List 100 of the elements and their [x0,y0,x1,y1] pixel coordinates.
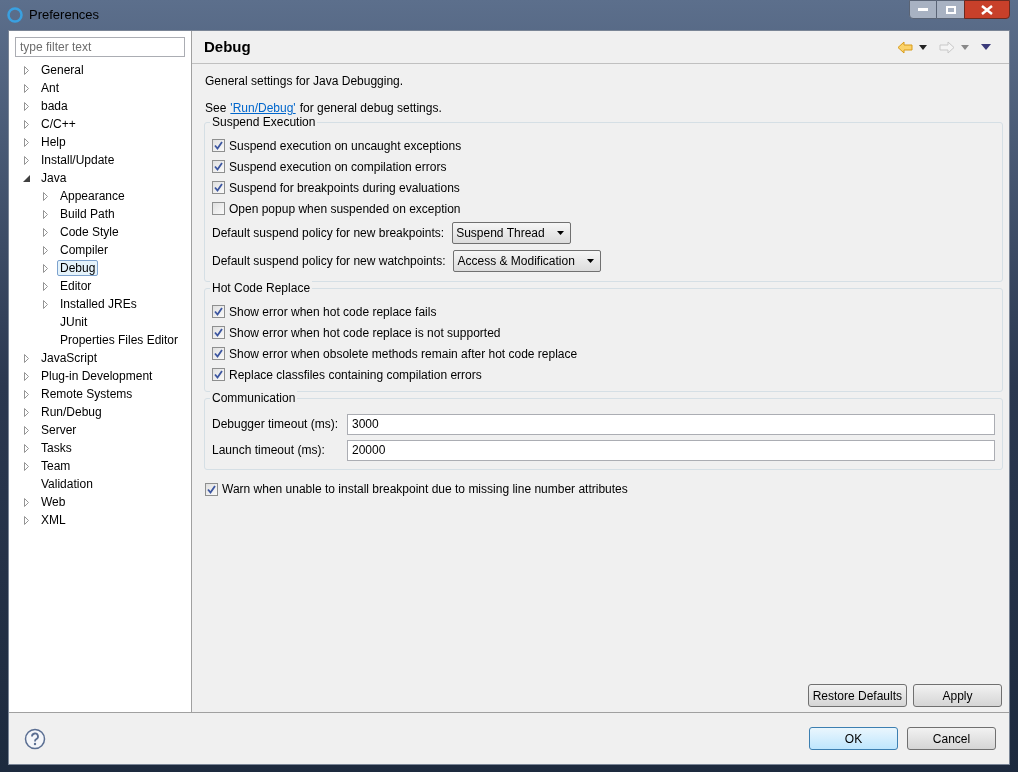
collapsed-arrow-icon[interactable] [41,281,50,291]
tree-item[interactable]: Web [38,492,69,512]
collapsed-arrow-icon[interactable] [41,245,50,255]
maximize-button[interactable] [937,0,964,19]
collapsed-arrow-icon[interactable] [22,83,31,93]
view-menu-icon[interactable] [981,44,991,50]
checkbox[interactable] [212,139,225,152]
checkbox-label: Suspend execution on uncaught exceptions [229,137,462,155]
checkbox-label: Show error when hot code replace fails [229,303,437,321]
tree-item[interactable]: Debug [57,260,99,276]
checkbox-label: Replace classfiles containing compilation errors [229,366,482,384]
collapsed-arrow-icon[interactable] [22,119,31,129]
tree-item[interactable]: JavaScript [38,348,101,368]
app-icon [7,7,23,23]
collapsed-arrow-icon[interactable] [41,209,50,219]
checkbox[interactable] [212,368,225,381]
tree-item[interactable]: Plug-in Development [38,366,156,386]
dropdown[interactable]: Suspend Thread [452,222,571,244]
tree-item[interactable]: Code Style [57,222,122,242]
expanded-arrow-icon[interactable] [22,173,31,183]
checkbox[interactable] [205,482,218,496]
checkbox[interactable] [212,181,225,194]
tree-item[interactable]: Java [38,168,70,188]
field-label: Default suspend policy for new watchpoints: [212,253,446,270]
run-debug-link[interactable]: 'Run/Debug' [230,99,296,117]
see-text: See [205,100,227,117]
help-icon[interactable] [24,727,46,750]
window-title: Preferences [29,6,100,25]
input-field[interactable]: 3000 [347,413,995,435]
checkbox-label: Suspend for breakpoints during evaluations [229,179,460,197]
input-field[interactable]: 20000 [347,439,995,461]
collapsed-arrow-icon[interactable] [22,65,31,75]
collapsed-arrow-icon[interactable] [22,443,31,453]
minimize-button[interactable] [909,0,937,19]
collapsed-arrow-icon[interactable] [41,227,50,237]
tree-item[interactable]: Properties Files Editor [57,330,182,350]
page-description: General settings for Java Debugging. [205,73,405,90]
checkbox[interactable] [212,347,225,360]
tree-item[interactable]: C/C++ [38,114,79,134]
tree-item[interactable]: Tasks [38,438,75,458]
group-title: Hot Code Replace [210,281,313,295]
field-label: Launch timeout (ms): [212,442,326,459]
tree-item[interactable]: Ant [38,78,62,98]
collapsed-arrow-icon[interactable] [22,407,31,417]
collapsed-arrow-icon[interactable] [22,155,31,165]
dropdown-caret-icon [586,259,594,263]
checkbox[interactable] [212,326,225,339]
collapsed-arrow-icon[interactable] [22,425,31,435]
collapsed-arrow-icon[interactable] [22,371,31,381]
collapsed-arrow-icon[interactable] [41,191,50,201]
tree-item[interactable]: Validation [38,474,96,494]
dialog-button[interactable]: Cancel [907,727,996,750]
tree-item[interactable]: Installed JREs [57,294,140,314]
collapsed-arrow-icon[interactable] [22,515,31,525]
checkbox[interactable] [212,202,225,215]
checkbox[interactable] [212,305,225,318]
tree-item[interactable]: Team [38,456,74,476]
collapsed-arrow-icon[interactable] [22,461,31,471]
back-arrow-icon[interactable] [897,40,913,54]
page-title: Debug [204,36,251,57]
see-text: for general debug settings. [299,100,442,117]
tree-item[interactable]: bada [38,96,71,116]
dialog-button[interactable]: OK [809,727,898,750]
collapsed-arrow-icon[interactable] [22,389,31,399]
tree-item[interactable]: Server [38,420,80,440]
collapsed-arrow-icon[interactable] [41,299,50,309]
tree-item[interactable]: Build Path [57,204,118,224]
close-icon [981,4,993,15]
tree-item[interactable]: General [38,60,87,80]
dropdown-caret-icon[interactable] [919,44,927,50]
field-label: Debugger timeout (ms): [212,416,340,433]
filter-field[interactable]: type filter text [15,37,185,57]
tree-item[interactable]: Help [38,132,69,152]
collapsed-arrow-icon[interactable] [22,137,31,147]
page-button[interactable]: Restore Defaults [807,684,907,707]
checkbox-label: Show error when obsolete methods remain after hot code replace [229,345,578,363]
group-title: Communication [210,391,298,405]
tree-item[interactable]: Editor [57,276,95,296]
tree-item[interactable]: JUnit [57,312,91,332]
collapsed-arrow-icon[interactable] [22,497,31,507]
collapsed-arrow-icon[interactable] [22,101,31,111]
checkbox-label: Suspend execution on compilation errors [229,158,447,176]
tree-item[interactable]: Remote Systems [38,384,136,404]
checkbox-label: Open popup when suspended on exception [229,200,461,218]
checkbox-label: Warn when unable to install breakpoint due to missing line number attributes [222,481,628,498]
group-title: Suspend Execution [210,115,318,129]
tree-item[interactable]: Run/Debug [38,402,105,422]
tree-item[interactable]: Install/Update [38,150,118,170]
tree-item[interactable]: Appearance [57,186,128,206]
page-button[interactable]: Apply [913,684,1002,707]
close-button[interactable] [964,0,1010,19]
dropdown[interactable]: Access & Modification [453,250,601,272]
checkbox[interactable] [212,160,225,173]
dropdown-caret-icon [556,231,564,235]
field-label: Default suspend policy for new breakpoints: [212,225,445,242]
tree-item[interactable]: XML [38,510,69,530]
collapsed-arrow-icon[interactable] [41,263,50,273]
collapsed-arrow-icon[interactable] [22,353,31,363]
tree-item[interactable]: Compiler [57,240,111,260]
checkbox-label: Show error when hot code replace is not supported [229,324,501,342]
